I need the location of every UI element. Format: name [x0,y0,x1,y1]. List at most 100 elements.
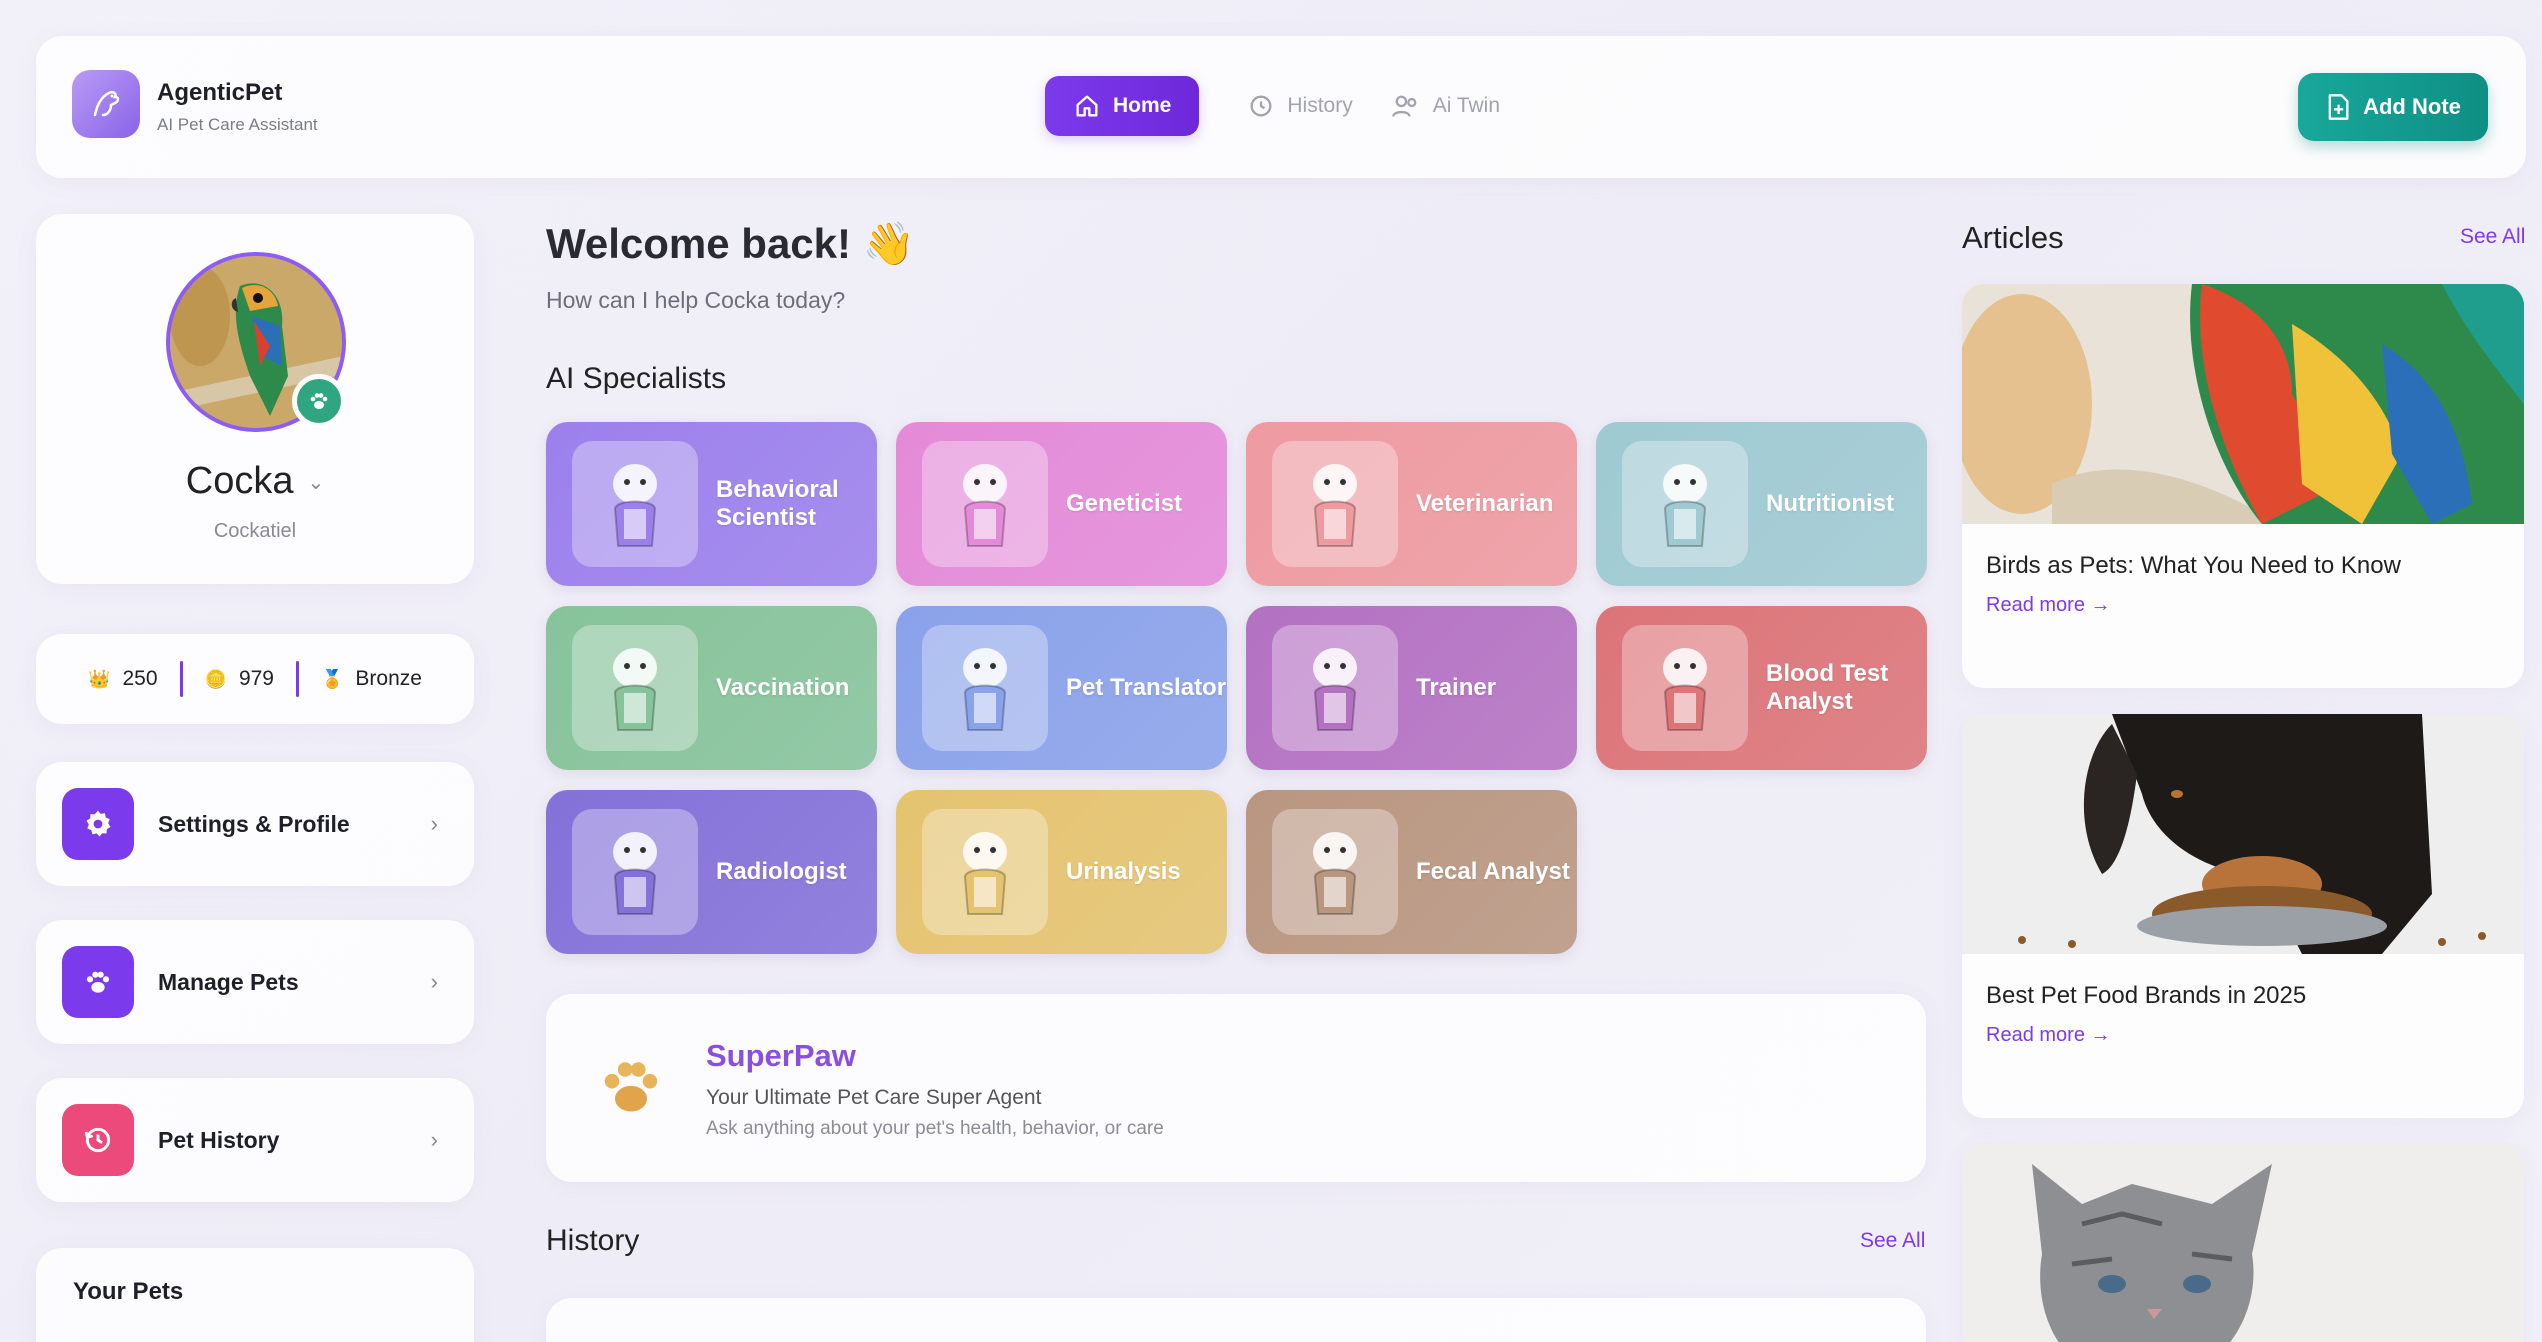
history-icon [62,1104,134,1176]
articles-title: Articles [1962,220,2064,255]
superpaw-title: SuperPaw [706,1038,856,1073]
pet-name: Cocka [185,460,294,502]
specialist-tile[interactable]: Geneticist [896,422,1227,586]
article-title: Best Pet Food Brands in 2025 [1986,982,2307,1009]
articles-see-all-link[interactable]: See All [2460,225,2525,249]
nav-ai-twin-label: Ai Twin [1432,94,1501,117]
history-icon [1250,95,1272,117]
menu-pet-history-label: Pet History [158,1126,280,1153]
stat-rank-value: Bronze [355,667,422,690]
pet-breed: Cockatiel [213,520,297,542]
stats-bar: 👑 250 🪙 979 🏅 Bronze [36,634,474,724]
app-subtitle: AI Pet Care Assistant [157,115,318,134]
specialist-tile[interactable]: Radiologist [546,790,877,954]
article-card[interactable]: Best Pet Food Brands in 2025 Read more → [1962,714,2524,1118]
history-title: History [546,1224,640,1257]
home-icon [1076,95,1098,117]
specialist-label: Geneticist [1066,490,1183,518]
chevron-right-icon: › [430,811,438,836]
your-pets-card: Your Pets [36,1248,474,1342]
stat-points-value: 250 [122,667,158,690]
menu-pet-history[interactable]: Pet History › [36,1078,474,1202]
menu-manage-pets-label: Manage Pets [158,968,299,995]
chevron-down-icon: ⌄ [307,472,325,495]
coin-icon: 🪙 [204,668,227,689]
specialist-tile[interactable]: Urinalysis [896,790,1227,954]
nav-home-label: Home [1113,94,1172,117]
specialist-label: Radiologist [716,858,847,886]
pet-name-selector[interactable]: Cocka ⌄ [36,460,474,503]
specialist-avatar [572,441,698,567]
stat-coins-value: 979 [238,667,274,690]
article-title: Birds as Pets: What You Need to Know [1986,552,2401,579]
main-nav: Home History Ai Twin [1045,76,1534,136]
menu-manage-pets[interactable]: Manage Pets › [36,920,474,1044]
welcome-heading: Welcome back! 👋 [546,220,915,267]
specialist-label: Blood Test Analyst [1766,660,1889,715]
specialist-label: Pet Translator [1066,674,1227,702]
article-image-dog [1962,714,2524,954]
article-image-kitten [1962,1144,2524,1342]
paw-badge [292,374,346,428]
superpaw-card[interactable]: SuperPaw Your Ultimate Pet Care Super Ag… [546,994,1926,1182]
history-card [546,1298,1926,1342]
gear-icon [62,788,134,860]
specialist-avatar [922,809,1048,935]
read-more-link[interactable]: Read more → [1986,594,2111,617]
medal-icon: 🏅 [320,668,344,689]
add-note-label: Add Note [2363,94,2461,119]
specialist-tile[interactable]: Fecal Analyst [1246,790,1577,954]
specialist-tile[interactable]: Trainer [1246,606,1577,770]
specialist-tile[interactable]: Blood Test Analyst [1596,606,1927,770]
read-more-link[interactable]: Read more → [1986,1024,2111,1047]
crown-icon: 👑 [88,668,111,689]
article-image-parrot [1962,284,2524,524]
nav-history-label: History [1287,94,1353,117]
add-note-button[interactable]: Add Note [2298,73,2488,141]
your-pets-title: Your Pets [73,1278,184,1305]
nav-history[interactable]: History [1243,76,1356,136]
article-card[interactable] [1962,1144,2524,1342]
superpaw-hint: Ask anything about your pet's health, be… [706,1118,1164,1139]
superpaw-subtitle: Your Ultimate Pet Care Super Agent [706,1086,1042,1109]
specialist-tile[interactable]: Vaccination [546,606,877,770]
specialist-tile[interactable]: Nutritionist [1596,422,1927,586]
arrow-right-icon: → [2090,594,2111,616]
specialist-avatar [1272,625,1398,751]
pet-profile-card: Cocka ⌄ Cockatiel [36,214,474,584]
chevron-right-icon: › [430,969,438,994]
read-more-label: Read more [1986,1024,2085,1046]
read-more-label: Read more [1986,594,2085,616]
specialist-label: Fecal Analyst [1416,858,1570,886]
specialist-label: Trainer [1416,674,1497,702]
app-logo[interactable] [72,70,140,138]
chevron-right-icon: › [430,1127,438,1152]
article-card[interactable]: Birds as Pets: What You Need to Know Rea… [1962,284,2524,688]
specialist-avatar [572,809,698,935]
users-icon [1391,95,1417,117]
nav-home[interactable]: Home [1045,76,1200,136]
app-title: AgenticPet [157,79,283,106]
specialist-tile[interactable]: Pet Translator [896,606,1227,770]
specialists-title: AI Specialists [546,362,727,395]
add-file-icon [2328,94,2349,120]
history-see-all-link[interactable]: See All [1860,1229,1925,1253]
stat-coins: 🪙 979 [183,667,296,691]
specialist-label: Veterinarian [1416,490,1554,518]
specialist-avatar [1622,441,1748,567]
specialist-avatar [922,441,1048,567]
specialist-avatar [922,625,1048,751]
specialist-tile[interactable]: Behavioral Scientist [546,422,877,586]
menu-settings-profile[interactable]: Settings & Profile › [36,762,474,886]
specialist-label: Urinalysis [1066,858,1181,886]
specialist-label: Behavioral Scientist [716,476,839,531]
pet-logo-icon [93,90,120,117]
specialist-label: Vaccination [716,674,850,702]
nav-ai-twin[interactable]: Ai Twin [1387,76,1504,136]
paw-icon [596,1052,666,1137]
specialist-avatar [1622,625,1748,751]
stat-points: 👑 250 [66,667,179,691]
help-text: How can I help Cocka today? [546,287,846,313]
specialist-tile[interactable]: Veterinarian [1246,422,1577,586]
specialist-label: Nutritionist [1766,490,1894,518]
